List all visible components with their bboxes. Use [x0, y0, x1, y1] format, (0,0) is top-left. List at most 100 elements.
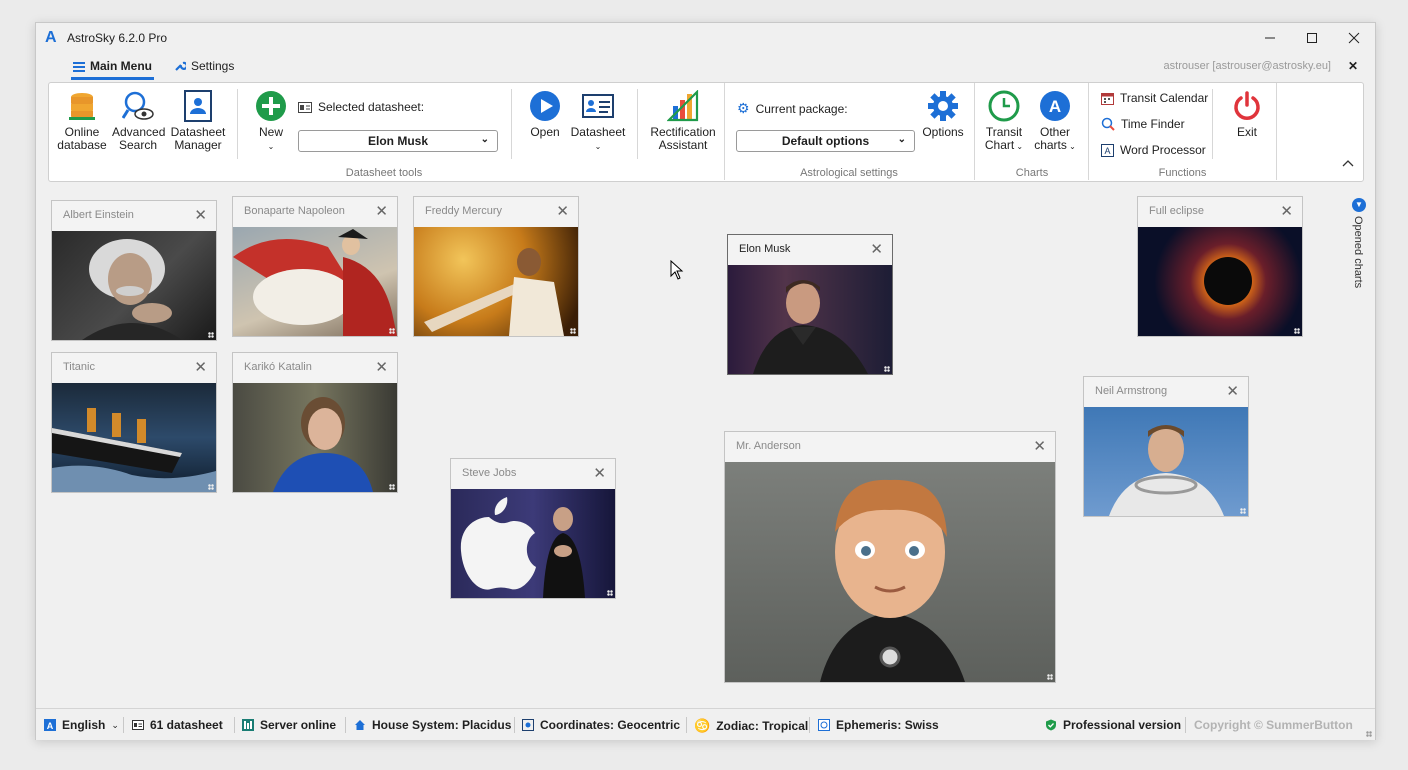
close-chart-button[interactable]: ✕ — [593, 464, 606, 482]
word-processor-button[interactable]: A Word Processor — [1101, 143, 1206, 157]
chart-window-header[interactable]: Mr. Anderson ✕ — [725, 432, 1055, 461]
rectification-assistant-button[interactable]: Rectification Assistant — [649, 90, 717, 152]
selected-datasheet-select[interactable]: Elon Musk ⌄ — [298, 130, 498, 152]
transit-chart-label-2: Chart — [984, 138, 1015, 152]
maximize-button[interactable] — [1291, 23, 1333, 53]
close-chart-button[interactable]: ✕ — [1280, 202, 1293, 220]
chart-window-title: Elon Musk — [739, 243, 791, 255]
resize-grip-icon[interactable] — [1294, 328, 1300, 334]
online-database-button[interactable]: Online database — [57, 90, 107, 152]
new-button[interactable]: New ⌄ — [253, 90, 289, 153]
window-resize-grip-icon[interactable] — [1366, 731, 1372, 737]
plus-circle-icon — [256, 91, 286, 121]
other-charts-button[interactable]: A Other charts ⌄ — [1033, 90, 1077, 153]
resize-grip-icon[interactable] — [208, 484, 214, 490]
online-database-label-1: Online — [64, 125, 100, 139]
language-icon: A — [44, 719, 56, 731]
language-selector[interactable]: A English ⌄ — [44, 718, 119, 732]
resize-grip-icon[interactable] — [607, 590, 613, 596]
status-divider — [234, 717, 235, 733]
tab-settings[interactable]: Settings — [174, 59, 234, 73]
close-chart-button[interactable]: ✕ — [194, 358, 207, 376]
chart-window-bonaparte-napoleon[interactable]: Bonaparte Napoleon ✕ — [232, 196, 398, 337]
ribbon-group-divider — [974, 83, 975, 180]
ephemeris-icon — [818, 719, 830, 731]
image-steve-jobs — [460, 497, 585, 598]
time-finder-button[interactable]: Time Finder — [1101, 117, 1185, 131]
chart-window-header[interactable]: Full eclipse ✕ — [1138, 197, 1302, 226]
gear-icon — [928, 91, 958, 121]
exit-button[interactable]: Exit — [1227, 90, 1267, 139]
current-package-text: Current package: — [755, 101, 848, 116]
ribbon: Online database Advanced Search Datashee… — [48, 82, 1364, 182]
rectification-label-1: Rectification — [650, 125, 716, 139]
transit-calendar-button[interactable]: Transit Calendar — [1101, 91, 1208, 105]
chart-window-header[interactable]: Karikó Katalin ✕ — [233, 353, 397, 382]
house-system-value: House System: Placidus — [372, 718, 512, 732]
close-chart-button[interactable]: ✕ — [1226, 382, 1239, 400]
chart-window-header[interactable]: Albert Einstein ✕ — [52, 201, 216, 230]
chart-window-full-eclipse[interactable]: Full eclipse ✕ — [1137, 196, 1303, 337]
maximize-icon — [1307, 33, 1317, 43]
chart-window-titanic[interactable]: Titanic ✕ — [51, 352, 217, 493]
zodiac-setting[interactable]: ♋ Zodiac: Tropical — [694, 718, 808, 734]
close-chart-button[interactable]: ✕ — [194, 206, 207, 224]
status-divider — [686, 717, 687, 733]
coordinates-setting[interactable]: Coordinates: Geocentric — [522, 718, 680, 732]
datasheet-manager-button[interactable]: Datasheet Manager — [170, 90, 226, 152]
ribbon-group-divider — [724, 83, 725, 180]
ribbon-divider — [237, 89, 238, 159]
collapse-ribbon-button[interactable] — [1342, 156, 1354, 170]
chart-window-mr-anderson[interactable]: Mr. Anderson ✕ — [724, 431, 1056, 683]
minimize-button[interactable] — [1249, 23, 1291, 53]
id-card-icon — [298, 101, 312, 113]
chart-window-neil-armstrong[interactable]: Neil Armstrong ✕ — [1083, 376, 1249, 517]
transit-chart-button[interactable]: Transit Chart ⌄ — [982, 90, 1026, 153]
ephemeris-setting[interactable]: Ephemeris: Swiss — [818, 718, 939, 732]
advanced-search-button[interactable]: Advanced Search — [112, 90, 165, 152]
close-chart-button[interactable]: ✕ — [556, 202, 569, 220]
datasheet-button[interactable]: Datasheet ⌄ — [569, 90, 627, 153]
resize-grip-icon[interactable] — [208, 332, 214, 338]
current-package-label: ⚙ Current package: — [737, 100, 848, 117]
close-window-button[interactable] — [1333, 23, 1375, 53]
calendar-icon — [1101, 92, 1114, 105]
opened-charts-tab[interactable]: ▼ Opened charts — [1348, 198, 1370, 298]
close-chart-button[interactable]: ✕ — [375, 358, 388, 376]
chart-window-header[interactable]: Bonaparte Napoleon ✕ — [233, 197, 397, 226]
chart-window-elon-musk[interactable]: Elon Musk ✕ — [727, 234, 893, 375]
user-account[interactable]: astrouser [astrouser@astrosky.eu] — [1164, 60, 1331, 72]
close-chart-button[interactable]: ✕ — [870, 240, 883, 258]
chart-window-steve-jobs[interactable]: Steve Jobs ✕ — [450, 458, 616, 599]
resize-grip-icon[interactable] — [1047, 674, 1053, 680]
chart-window-header[interactable]: Titanic ✕ — [52, 353, 216, 382]
options-button-label: Options — [922, 125, 964, 139]
resize-grip-icon[interactable] — [884, 366, 890, 372]
resize-grip-icon[interactable] — [389, 484, 395, 490]
image-napoleon — [233, 229, 397, 336]
resize-grip-icon[interactable] — [570, 328, 576, 334]
chart-window-header[interactable]: Neil Armstrong ✕ — [1084, 377, 1248, 406]
resize-grip-icon[interactable] — [389, 328, 395, 334]
close-chart-button[interactable]: ✕ — [375, 202, 388, 220]
svg-text:A: A — [47, 721, 54, 731]
house-system[interactable]: House System: Placidus — [354, 718, 511, 732]
logout-button[interactable]: ✕ — [1348, 59, 1358, 73]
open-button[interactable]: Open — [526, 90, 564, 139]
chart-window-kariko-katalin[interactable]: Karikó Katalin ✕ — [232, 352, 398, 493]
options-button[interactable]: Options — [921, 90, 965, 139]
opened-charts-label: Opened charts — [1352, 216, 1364, 289]
chart-window-header[interactable]: Elon Musk ✕ — [728, 235, 892, 264]
chart-window-albert-einstein[interactable]: Albert Einstein ✕ — [51, 200, 217, 341]
tab-main-menu[interactable]: Main Menu — [71, 59, 154, 80]
resize-grip-icon[interactable] — [1240, 508, 1246, 514]
chart-window-title: Neil Armstrong — [1095, 385, 1168, 397]
chart-window-header[interactable]: Freddy Mercury ✕ — [414, 197, 578, 226]
chart-window-header[interactable]: Steve Jobs ✕ — [451, 459, 615, 488]
title-bar: A AstroSky 6.2.0 Pro — [36, 23, 1375, 53]
close-chart-button[interactable]: ✕ — [1033, 437, 1046, 455]
chart-window-freddy-mercury[interactable]: Freddy Mercury ✕ — [413, 196, 579, 337]
current-package-select[interactable]: Default options ⌄ — [736, 130, 915, 152]
portrait-albert-einstein-icon — [52, 231, 216, 340]
chevron-down-icon: ⌄ — [267, 142, 275, 151]
